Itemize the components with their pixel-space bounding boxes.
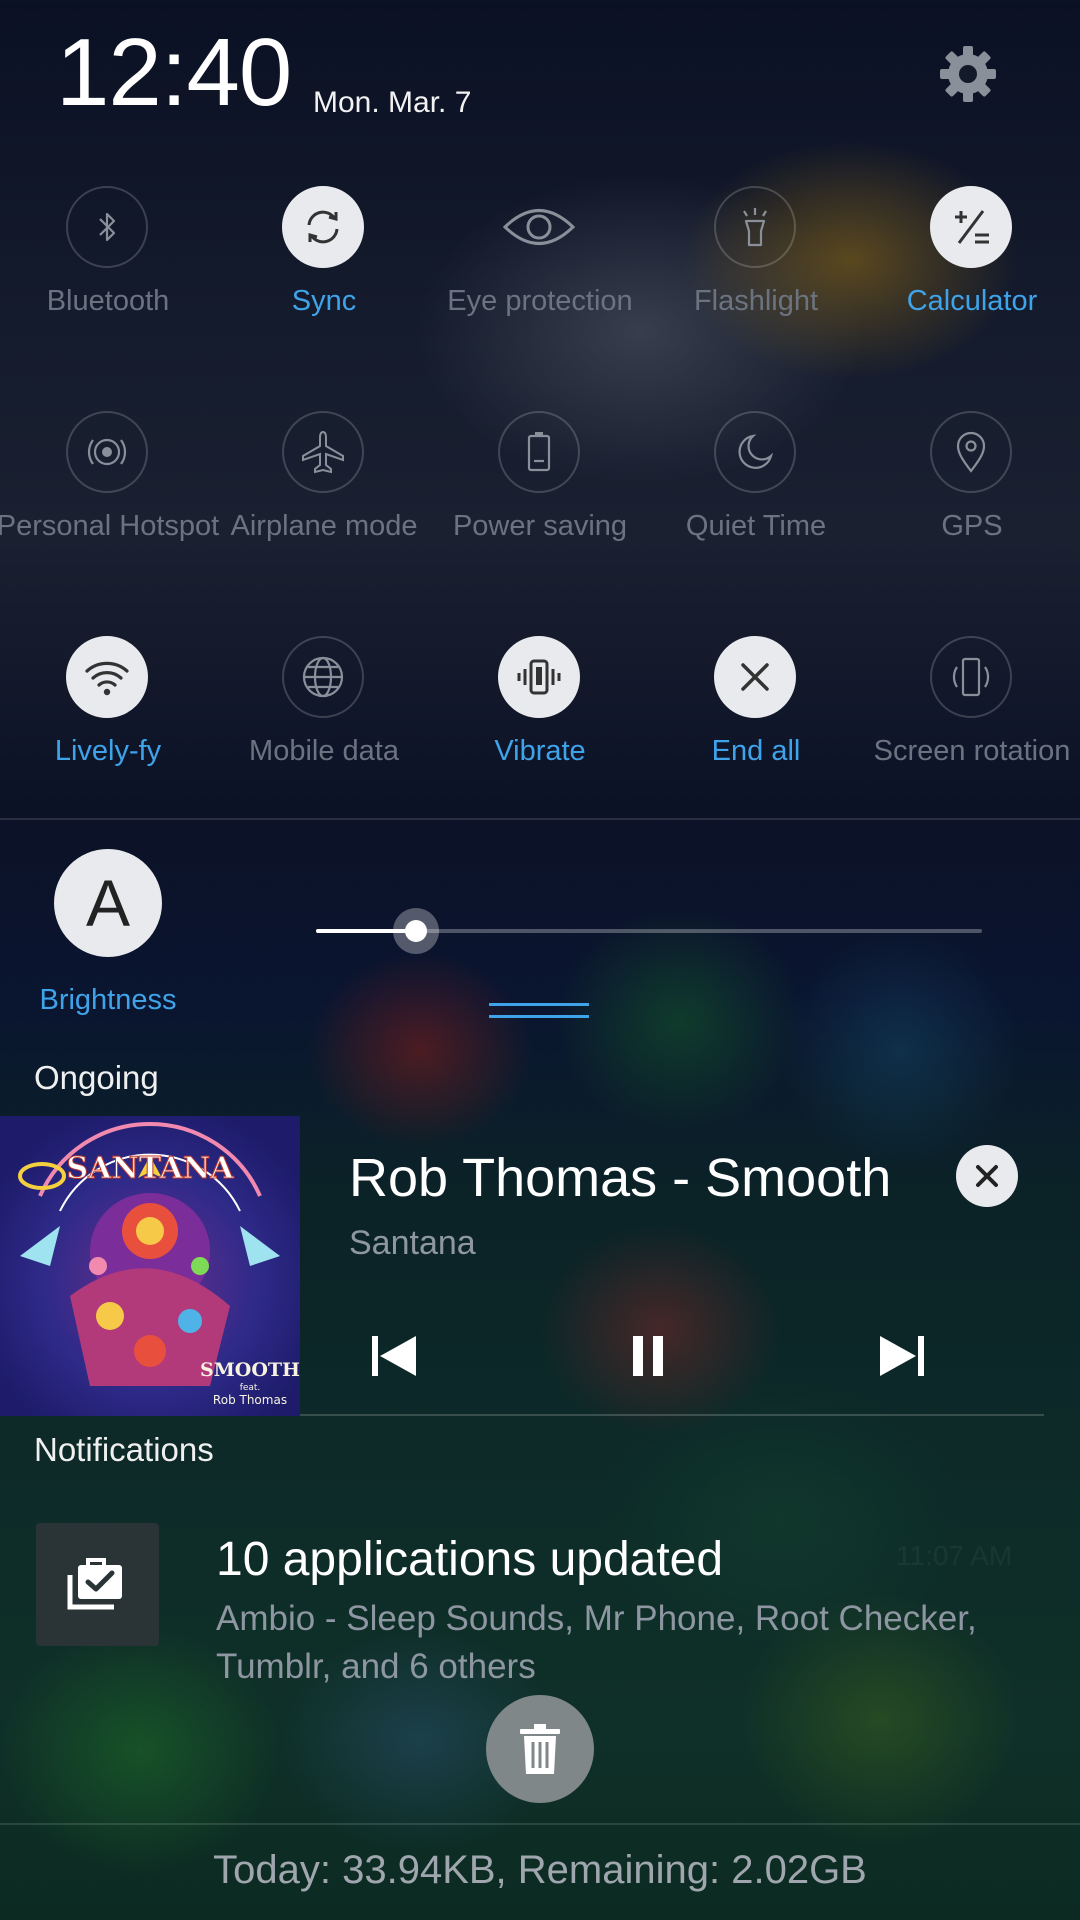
pause-icon <box>633 1336 663 1376</box>
toggle-wifi[interactable]: Lively-fy <box>0 636 216 796</box>
toggle-bluetooth[interactable]: Bluetooth <box>0 186 216 346</box>
notification-title[interactable]: 10 applications updated <box>216 1532 723 1587</box>
clear-all-button[interactable] <box>486 1695 594 1803</box>
drag-handle[interactable] <box>489 1015 589 1018</box>
flashlight-icon <box>714 186 796 268</box>
toggle-label: Bluetooth <box>46 285 170 317</box>
toggle-label: Airplane mode <box>230 510 418 542</box>
ongoing-section-title: Ongoing <box>34 1059 159 1096</box>
album-art-credit: Rob Thomas <box>213 1393 287 1407</box>
toggle-power-saving[interactable]: Power saving <box>432 411 648 571</box>
album-art-subtitle: SMOOTH <box>200 1359 300 1381</box>
toggle-quiet-time[interactable]: Quiet Time <box>648 411 864 571</box>
section-divider <box>0 818 1080 820</box>
toggle-flashlight[interactable]: Flashlight <box>648 186 864 346</box>
vibrate-icon <box>498 636 580 718</box>
wifi-icon <box>66 636 148 718</box>
drag-handle[interactable] <box>489 1003 589 1006</box>
toggle-gps[interactable]: GPS <box>864 411 1080 571</box>
toggle-label: Power saving <box>452 510 628 542</box>
globe-icon <box>282 636 364 718</box>
toggle-personal-hotspot[interactable]: Personal Hotspot <box>0 411 219 571</box>
notification-time: 11:07 AM <box>896 1540 1013 1571</box>
toggle-label: Flashlight <box>693 285 819 317</box>
toggle-label: Quiet Time <box>685 510 827 542</box>
clock-time: 12:40 <box>56 19 292 126</box>
location-pin-icon <box>930 411 1012 493</box>
toggle-label: Mobile data <box>249 735 399 767</box>
dismiss-media-button[interactable] <box>956 1145 1018 1207</box>
album-art-feat: feat. <box>240 1383 261 1393</box>
toggle-label: GPS <box>941 510 1003 542</box>
toggle-calculator[interactable]: Calculator <box>864 186 1080 346</box>
sync-icon <box>282 186 364 268</box>
toggle-label: Vibrate <box>494 735 586 767</box>
battery-icon <box>498 411 580 493</box>
trash-icon <box>520 1724 560 1774</box>
bluetooth-icon <box>66 186 148 268</box>
airplane-icon <box>282 411 364 493</box>
previous-track-button[interactable] <box>359 1321 429 1391</box>
skip-previous-icon <box>372 1336 416 1376</box>
toggle-label: Screen rotation <box>873 735 1071 767</box>
moon-icon <box>714 411 796 493</box>
notification-body: Ambio - Sleep Sounds, Mr Phone, Root Che… <box>216 1599 977 1686</box>
artist-name: Santana <box>349 1224 476 1262</box>
data-usage-summary: Today: 33.94KB, Remaining: 2.02GB <box>213 1848 867 1892</box>
brightness-label: Brightness <box>39 984 177 1016</box>
toggle-vibrate[interactable]: Vibrate <box>432 636 648 796</box>
eye-icon <box>498 186 580 268</box>
auto-brightness-letter: A <box>85 866 131 940</box>
toggle-label: Calculator <box>906 285 1038 317</box>
toggle-label: Eye protection <box>447 285 633 317</box>
app-update-icon[interactable] <box>36 1523 159 1646</box>
rotation-icon <box>930 636 1012 718</box>
toggle-airplane-mode[interactable]: Airplane mode <box>216 411 432 571</box>
toggle-sync[interactable]: Sync <box>216 186 432 346</box>
next-track-button[interactable] <box>867 1321 937 1391</box>
auto-brightness-button[interactable]: A <box>54 849 162 957</box>
toggle-label: Lively-fy <box>54 735 162 767</box>
date-label: Mon. Mar. 7 <box>313 86 472 119</box>
toggle-label: End all <box>711 735 801 767</box>
toggle-end-all[interactable]: End all <box>648 636 864 796</box>
toggle-screen-rotation[interactable]: Screen rotation <box>864 636 1080 796</box>
album-art[interactable]: SANTANA SMOOTH feat. Rob Thomas <box>0 1116 300 1416</box>
toggle-label: Sync <box>291 285 357 317</box>
brightness-slider-thumb[interactable] <box>392 908 439 954</box>
toggle-eye-protection[interactable]: Eye protection <box>432 186 648 346</box>
album-art-band-text: SANTANA <box>66 1151 234 1186</box>
skip-next-icon <box>880 1336 924 1376</box>
close-icon <box>976 1165 998 1187</box>
hotspot-icon <box>66 411 148 493</box>
close-icon <box>714 636 796 718</box>
media-divider <box>300 1414 1044 1416</box>
toggle-label: Personal Hotspot <box>0 510 220 542</box>
footer-divider <box>0 1823 1080 1825</box>
pause-button[interactable] <box>613 1321 683 1391</box>
calculator-icon <box>930 186 1012 268</box>
notifications-section-title: Notifications <box>34 1431 214 1468</box>
toggle-mobile-data[interactable]: Mobile data <box>216 636 432 796</box>
settings-gear-icon[interactable] <box>936 42 1000 106</box>
song-title: Rob Thomas - Smooth <box>349 1148 892 1208</box>
